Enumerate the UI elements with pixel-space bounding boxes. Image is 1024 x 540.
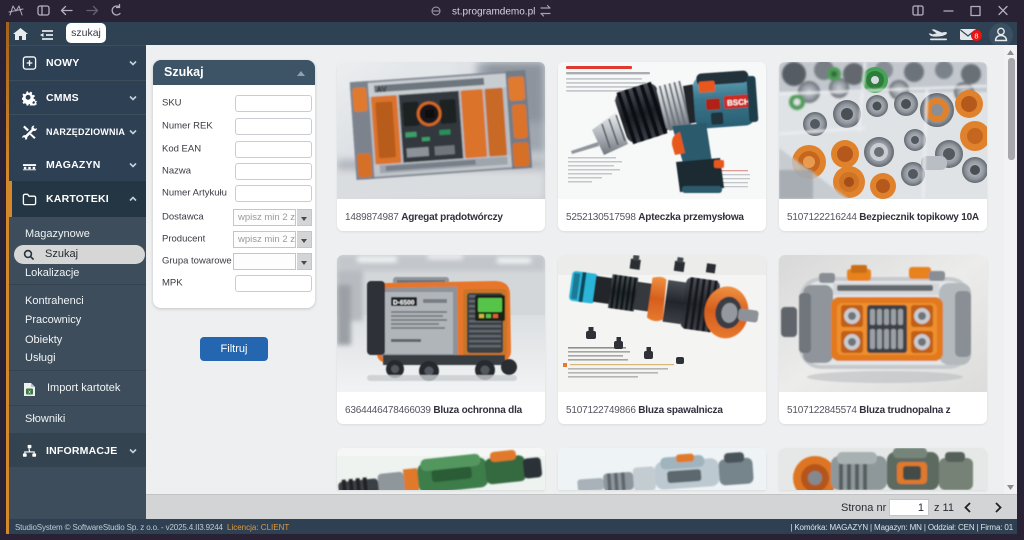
svg-text:st.programdemo.pl: st.programdemo.pl <box>452 7 535 18</box>
svg-text:8: 8 <box>974 31 978 40</box>
svg-text:x: x <box>28 390 31 396</box>
svg-text:AV: AV <box>376 85 388 95</box>
svg-text:D-6500: D-6500 <box>393 300 415 307</box>
svg-text:BSCH: BSCH <box>727 97 750 108</box>
